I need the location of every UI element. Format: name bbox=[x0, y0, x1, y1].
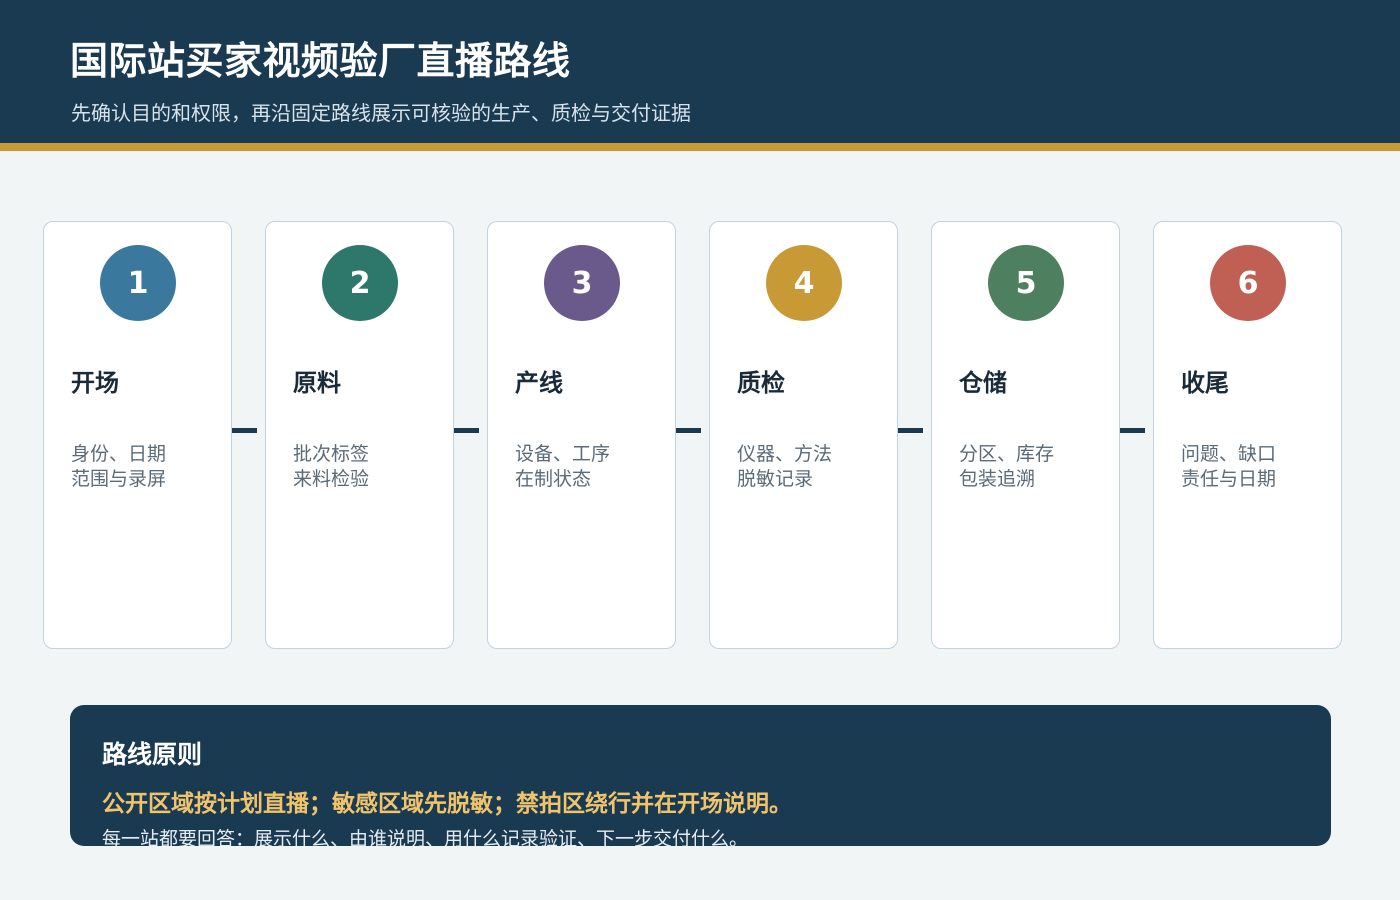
step-title: 收尾 bbox=[1181, 369, 1229, 397]
step-detail-line-2: 包装追溯 bbox=[959, 468, 1036, 490]
step-number-badge: 1 bbox=[100, 245, 176, 321]
step-card-quality-check: 4 质检 仪器、方法 脱敏记录 bbox=[709, 221, 898, 649]
step-detail-line-2: 在制状态 bbox=[515, 468, 592, 490]
step-card-opening: 1 开场 身份、日期 范围与录屏 bbox=[43, 221, 232, 649]
step-detail-line-1: 仪器、方法 bbox=[737, 443, 833, 465]
step-connector bbox=[232, 428, 257, 433]
step-detail-line-2: 范围与录屏 bbox=[71, 468, 167, 490]
step-number-badge: 5 bbox=[988, 245, 1064, 321]
step-connector bbox=[898, 428, 923, 433]
step-detail-line-1: 问题、缺口 bbox=[1181, 443, 1277, 465]
step-detail-line-2: 脱敏记录 bbox=[737, 468, 814, 490]
step-card-materials: 2 原料 批次标签 来料检验 bbox=[265, 221, 454, 649]
step-connector bbox=[676, 428, 701, 433]
principles-highlight: 公开区域按计划直播；敏感区域先脱敏；禁拍区绕行并在开场说明。 bbox=[102, 791, 792, 817]
step-title: 仓储 bbox=[959, 369, 1007, 397]
route-principles-panel: 路线原则 公开区域按计划直播；敏感区域先脱敏；禁拍区绕行并在开场说明。 每一站都… bbox=[70, 705, 1331, 846]
step-detail-line-1: 设备、工序 bbox=[515, 443, 611, 465]
step-title: 质检 bbox=[737, 369, 785, 397]
step-detail-line-2: 来料检验 bbox=[293, 468, 370, 490]
step-title: 原料 bbox=[293, 369, 341, 397]
step-card-closing: 6 收尾 问题、缺口 责任与日期 bbox=[1153, 221, 1342, 649]
step-number-badge: 3 bbox=[544, 245, 620, 321]
step-card-warehouse: 5 仓储 分区、库存 包装追溯 bbox=[931, 221, 1120, 649]
step-title: 产线 bbox=[515, 369, 563, 397]
step-title: 开场 bbox=[71, 369, 119, 397]
step-number-badge: 4 bbox=[766, 245, 842, 321]
step-detail-line-1: 批次标签 bbox=[293, 443, 370, 465]
step-number-badge: 2 bbox=[322, 245, 398, 321]
principles-title: 路线原则 bbox=[102, 740, 203, 769]
step-card-production-line: 3 产线 设备、工序 在制状态 bbox=[487, 221, 676, 649]
principles-note: 每一站都要回答：展示什么、由谁说明、用什么记录验证、下一步交付什么。 bbox=[102, 828, 749, 846]
step-detail-line-1: 分区、库存 bbox=[959, 443, 1055, 465]
step-number-badge: 6 bbox=[1210, 245, 1286, 321]
step-connector bbox=[1120, 428, 1145, 433]
step-detail-line-2: 责任与日期 bbox=[1181, 468, 1277, 490]
step-connector bbox=[454, 428, 479, 433]
step-detail-line-1: 身份、日期 bbox=[71, 443, 167, 465]
